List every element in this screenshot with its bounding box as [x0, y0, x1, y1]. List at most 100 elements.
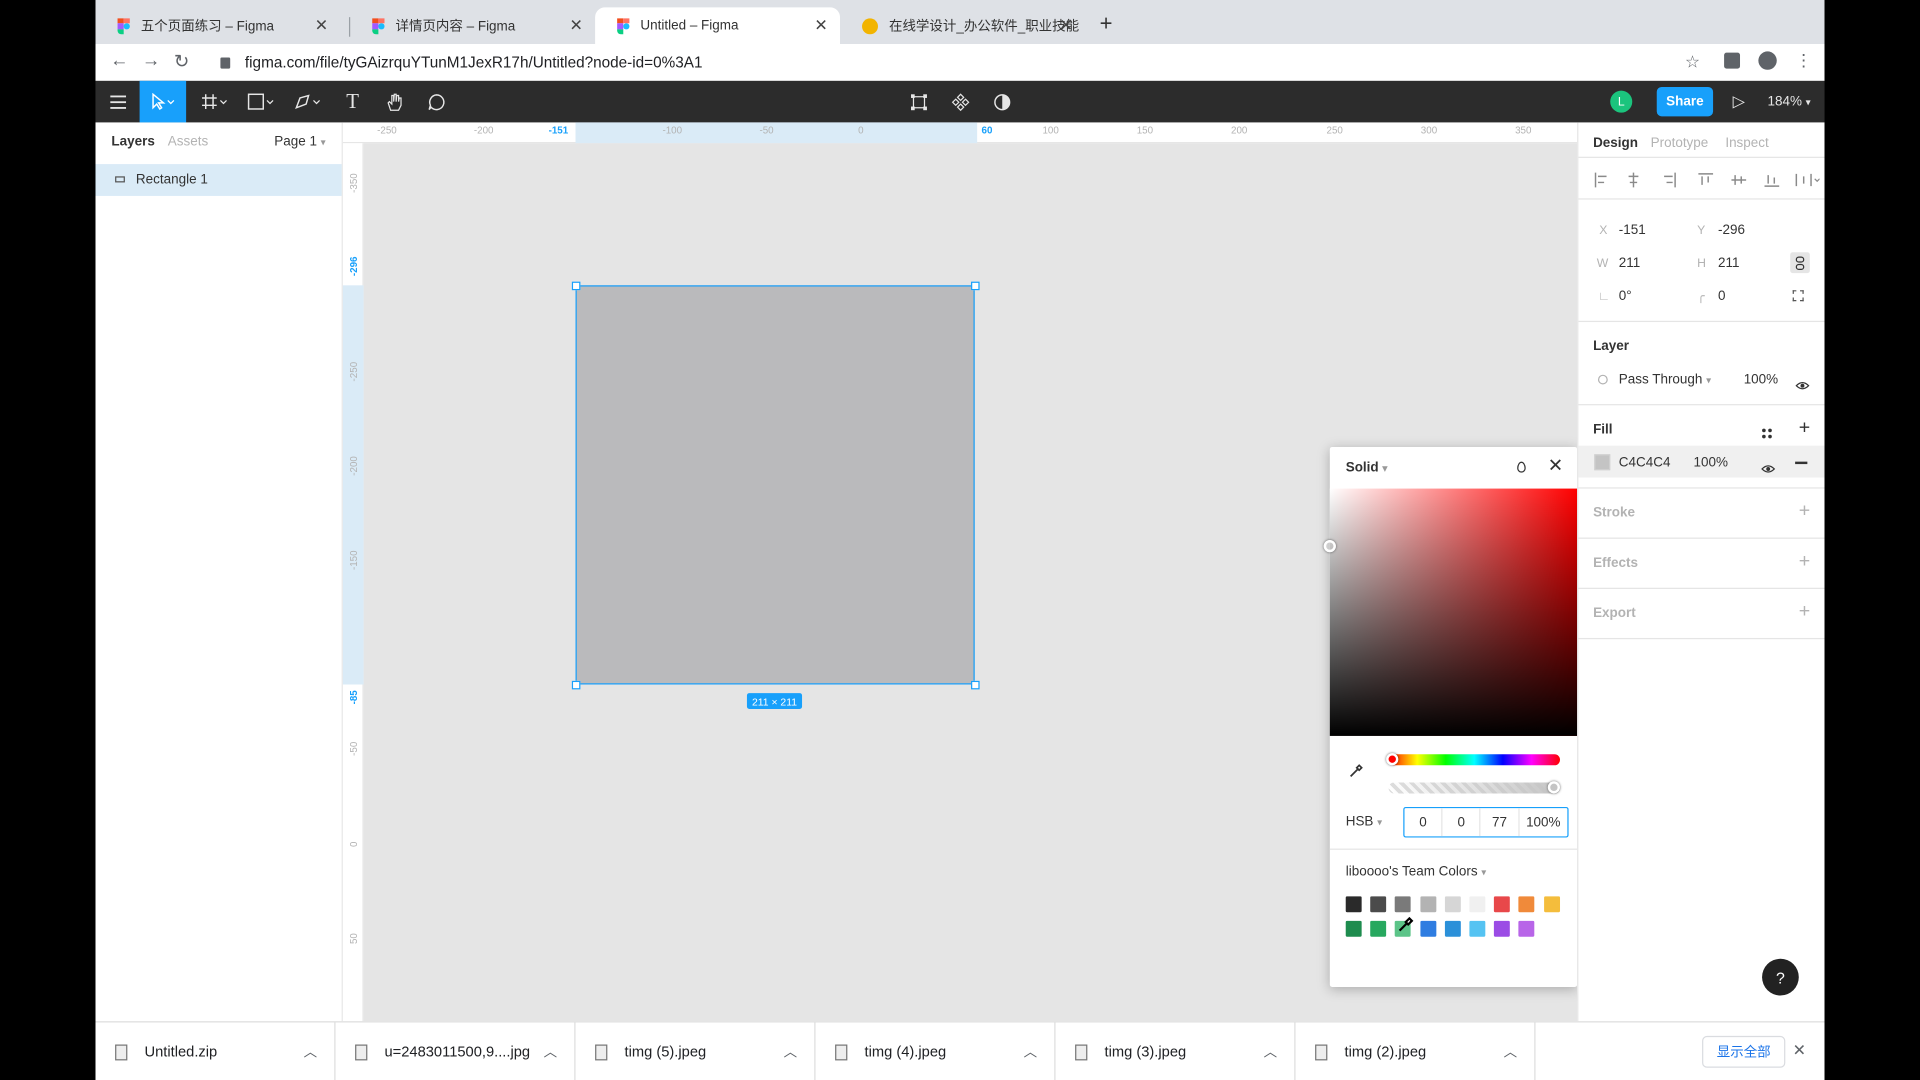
resize-handle[interactable]	[571, 281, 581, 291]
hand-tool-icon[interactable]	[380, 81, 409, 123]
color-swatch[interactable]	[1494, 920, 1511, 937]
share-button[interactable]: Share	[1656, 86, 1714, 117]
layer-opacity-input[interactable]: 100%	[1744, 372, 1778, 387]
color-swatch[interactable]	[1469, 920, 1486, 937]
present-icon[interactable]: ▷	[1724, 81, 1753, 123]
library-dropdown[interactable]: liboooo's Team Colors ▾	[1346, 864, 1486, 879]
chevron-up-icon[interactable]: ︿	[1024, 1042, 1037, 1062]
fill-visibility-icon[interactable]	[1761, 458, 1776, 480]
add-effect-icon[interactable]: +	[1799, 551, 1810, 573]
blend-mode-dropdown[interactable]: Pass Through ▾	[1619, 372, 1711, 387]
color-swatch[interactable]	[1494, 896, 1511, 913]
eyedropper-icon[interactable]	[1348, 763, 1364, 785]
color-swatch[interactable]	[1518, 896, 1535, 913]
tab-prototype[interactable]: Prototype	[1651, 136, 1709, 151]
download-item[interactable]: u=2483011500,9....jpg ︿	[336, 1022, 576, 1080]
selected-rectangle[interactable]	[575, 285, 975, 685]
hue-knob[interactable]	[1386, 753, 1399, 766]
chevron-up-icon[interactable]: ︿	[1504, 1042, 1517, 1062]
page-selector[interactable]: Page 1 ▾	[274, 135, 325, 150]
tab-close-icon[interactable]: ✕	[814, 16, 827, 36]
help-button[interactable]: ?	[1762, 958, 1799, 996]
color-swatch[interactable]	[1395, 896, 1412, 913]
color-swatch[interactable]	[1469, 896, 1486, 913]
color-swatch[interactable]	[1543, 896, 1560, 913]
independent-corners-icon[interactable]	[1792, 290, 1804, 302]
color-swatch[interactable]	[1370, 920, 1387, 937]
rotation-input[interactable]: 0°	[1619, 289, 1632, 304]
hue-input[interactable]: 0	[1405, 808, 1443, 837]
fill-type-dropdown[interactable]: Solid ▾	[1346, 460, 1388, 475]
download-item[interactable]: timg (3).jpeg ︿	[1056, 1022, 1296, 1080]
opacity-knob[interactable]	[1547, 781, 1561, 794]
tab-assets[interactable]: Assets	[168, 135, 208, 150]
layer-row[interactable]: Rectangle 1	[95, 164, 342, 196]
height-input[interactable]: 211	[1718, 256, 1739, 271]
mask-icon[interactable]	[987, 81, 1016, 123]
brightness-input[interactable]: 77	[1481, 808, 1520, 837]
user-avatar[interactable]: L	[1610, 90, 1633, 113]
opacity-slider[interactable]	[1388, 782, 1561, 794]
chevron-up-icon[interactable]: ︿	[544, 1042, 557, 1062]
alpha-input[interactable]: 100%	[1519, 808, 1567, 836]
color-swatch[interactable]	[1345, 920, 1362, 937]
resize-handle[interactable]	[971, 281, 980, 291]
tab-layers[interactable]: Layers	[111, 135, 154, 150]
color-swatch[interactable]	[1345, 896, 1362, 913]
text-tool-icon[interactable]: T	[338, 81, 367, 123]
tab-close-icon[interactable]: ✕	[315, 16, 328, 36]
component-instance-icon[interactable]	[904, 81, 933, 123]
browser-tab[interactable]: 在线学设计_办公软件_职业技能 ✕	[840, 7, 1085, 44]
download-item[interactable]: Untitled.zip ︿	[96, 1022, 336, 1080]
fill-hex-input[interactable]: C4C4C4	[1619, 456, 1671, 471]
comment-tool-icon[interactable]	[421, 81, 450, 123]
move-tool-icon[interactable]	[139, 80, 187, 123]
style-icon[interactable]	[1517, 461, 1526, 473]
color-swatch[interactable]	[1444, 920, 1461, 937]
browser-menu-icon[interactable]: ⋮	[1795, 50, 1812, 71]
corner-radius-input[interactable]: 0	[1718, 289, 1726, 304]
shape-tool-icon[interactable]	[240, 81, 282, 123]
resize-handle[interactable]	[971, 680, 980, 690]
show-all-downloads-button[interactable]: 显示全部	[1702, 1035, 1786, 1068]
download-item[interactable]: timg (4).jpeg ︿	[816, 1022, 1056, 1080]
tab-close-icon[interactable]: ✕	[570, 16, 583, 36]
tab-design[interactable]: Design	[1593, 136, 1638, 151]
url-field[interactable]: figma.com/file/tyGAizrquYTunM1JexR17h/Un…	[208, 47, 1678, 78]
width-input[interactable]: 211	[1619, 256, 1640, 271]
extension-icon[interactable]	[1724, 52, 1741, 69]
reload-icon[interactable]: ↻	[174, 50, 189, 72]
color-model-dropdown[interactable]: HSB ▾	[1346, 814, 1382, 829]
resize-handle[interactable]	[571, 680, 581, 690]
add-fill-icon[interactable]: +	[1799, 418, 1810, 440]
tab-close-icon[interactable]: ✕	[1059, 16, 1072, 36]
chevron-up-icon[interactable]: ︿	[1264, 1042, 1277, 1062]
download-item[interactable]: timg (2).jpeg ︿	[1296, 1022, 1536, 1080]
color-swatch[interactable]	[1518, 920, 1535, 937]
remove-fill-icon[interactable]	[1795, 461, 1808, 464]
add-stroke-icon[interactable]: +	[1799, 501, 1810, 523]
x-input[interactable]: -151	[1619, 223, 1646, 238]
close-icon[interactable]: ✕	[1548, 454, 1563, 477]
menu-icon[interactable]	[100, 81, 134, 123]
color-swatch[interactable]	[1419, 896, 1436, 913]
saturation-input[interactable]: 0	[1443, 808, 1481, 837]
fill-opacity-input[interactable]: 100%	[1693, 456, 1727, 471]
browser-tab-active[interactable]: Untitled – Figma ✕	[595, 7, 841, 45]
chevron-up-icon[interactable]: ︿	[304, 1042, 317, 1062]
frame-tool-icon[interactable]	[193, 81, 235, 123]
create-component-icon[interactable]	[945, 81, 974, 123]
back-icon[interactable]: ←	[110, 50, 128, 71]
color-swatch[interactable]	[1419, 920, 1436, 937]
bookmark-star-icon[interactable]: ☆	[1685, 51, 1700, 72]
pen-tool-icon[interactable]	[287, 81, 329, 123]
saturation-brightness-field[interactable]	[1329, 488, 1578, 736]
browser-tab[interactable]: 详情页内容 – Figma ✕	[350, 7, 595, 44]
add-export-icon[interactable]: +	[1799, 601, 1810, 623]
y-input[interactable]: -296	[1718, 223, 1745, 238]
color-field-knob[interactable]	[1323, 540, 1336, 553]
tab-inspect[interactable]: Inspect	[1725, 136, 1768, 151]
zoom-dropdown[interactable]: 184% ▾	[1763, 81, 1814, 123]
eye-icon[interactable]	[1795, 375, 1810, 397]
new-tab-button[interactable]: +	[1100, 11, 1113, 37]
